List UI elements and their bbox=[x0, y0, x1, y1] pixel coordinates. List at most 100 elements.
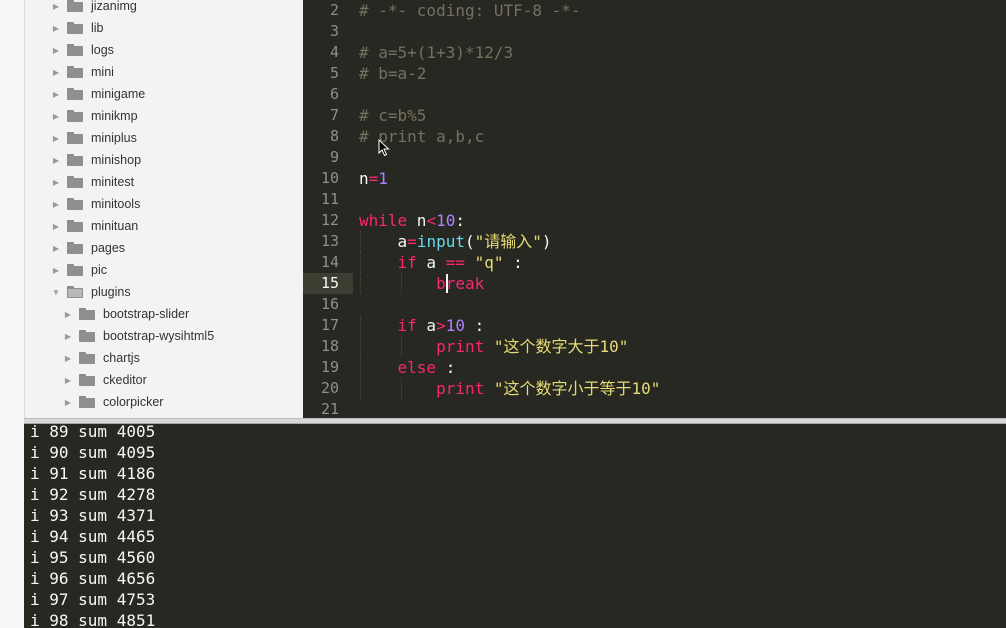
sidebar-item-bootstrap-slider[interactable]: ▶ bootstrap-slider bbox=[63, 303, 189, 325]
sidebar-item-plugins[interactable]: ▼ plugins bbox=[51, 281, 131, 303]
sidebar-item-pic[interactable]: ▶ pic bbox=[51, 259, 107, 281]
sidebar-item-minigame[interactable]: ▶ minigame bbox=[51, 83, 145, 105]
sidebar-item-chartjs[interactable]: ▶ chartjs bbox=[63, 347, 140, 369]
chevron-right-icon[interactable]: ▶ bbox=[51, 68, 61, 77]
indent-guide bbox=[360, 315, 361, 336]
sidebar-item-minishop[interactable]: ▶ minishop bbox=[51, 149, 141, 171]
line-number: 21 bbox=[320, 400, 339, 418]
line-number: 14 bbox=[320, 253, 339, 271]
sidebar-item-jizanimg[interactable]: ▶ jizanimg bbox=[51, 0, 137, 17]
chevron-right-icon[interactable]: ▶ bbox=[51, 24, 61, 33]
sidebar-item-label: minitools bbox=[91, 197, 141, 211]
sidebar-item-minitools[interactable]: ▶ minitools bbox=[51, 193, 140, 215]
sidebar-item-label: pic bbox=[91, 263, 107, 277]
code-line[interactable]: while n<10: bbox=[359, 210, 465, 231]
console-output-line: i 97 sum 4753 bbox=[30, 590, 156, 609]
code-line[interactable]: # -*- coding: UTF-8 -*- bbox=[359, 0, 581, 21]
code-token: : bbox=[503, 253, 523, 272]
line-number: 7 bbox=[329, 106, 339, 124]
code-line[interactable]: # a=5+(1+3)*12/3 bbox=[359, 42, 513, 63]
code-line[interactable]: if a == "q" : bbox=[359, 252, 523, 273]
chevron-right-icon[interactable]: ▶ bbox=[51, 266, 61, 275]
chevron-right-icon[interactable]: ▶ bbox=[51, 200, 61, 209]
sidebar-item-minikmp[interactable]: ▶ minikmp bbox=[51, 105, 138, 127]
sidebar-item-label: jizanimg bbox=[91, 0, 137, 13]
chevron-right-icon[interactable]: ▶ bbox=[51, 244, 61, 253]
chevron-right-icon[interactable]: ▶ bbox=[51, 178, 61, 187]
indent-guide bbox=[400, 336, 402, 357]
code-line[interactable]: a=input("请输入") bbox=[359, 231, 552, 252]
chevron-right-icon[interactable]: ▶ bbox=[51, 2, 61, 11]
folder-icon bbox=[67, 176, 83, 188]
sidebar-item-mini[interactable]: ▶ mini bbox=[51, 61, 114, 83]
console-output-line: i 89 sum 4005 bbox=[30, 424, 156, 441]
line-number: 4 bbox=[329, 43, 339, 61]
indent-guide bbox=[400, 273, 402, 294]
chevron-right-icon[interactable]: ▶ bbox=[63, 332, 73, 341]
chevron-right-icon[interactable]: ▶ bbox=[63, 376, 73, 385]
code-line[interactable]: else : bbox=[359, 357, 456, 378]
sidebar-item-label: minigame bbox=[91, 87, 146, 101]
console-output-line: i 98 sum 4851 bbox=[30, 611, 156, 628]
code-token: : bbox=[455, 211, 465, 230]
code-token: "这个数字小于等于10" bbox=[493, 379, 661, 398]
chevron-right-icon[interactable]: ▶ bbox=[51, 222, 61, 231]
code-line[interactable]: print "这个数字小于等于10" bbox=[359, 378, 660, 399]
sidebar-item-ckeditor[interactable]: ▶ ckeditor bbox=[63, 369, 147, 391]
sidebar-item-pages[interactable]: ▶ pages bbox=[51, 237, 125, 259]
indent-guide bbox=[400, 378, 402, 399]
folder-icon bbox=[67, 132, 83, 144]
line-number: 12 bbox=[320, 211, 339, 229]
background-window-strip: ationngonggifgifl.gifngngng.pngpig.pmid.… bbox=[0, 0, 24, 628]
output-console: i 89 sum 4005 i 90 sum 4095 i 91 sum 4186 i… bbox=[24, 424, 1006, 628]
folder-icon bbox=[79, 396, 95, 408]
chevron-right-icon[interactable]: ▶ bbox=[63, 354, 73, 363]
code-line[interactable]: # b=a-2 bbox=[359, 63, 426, 84]
chevron-right-icon[interactable]: ▶ bbox=[63, 310, 73, 319]
code-token: 1 bbox=[378, 169, 388, 188]
indent-guide bbox=[360, 378, 361, 399]
code-line[interactable]: print "这个数字大于10" bbox=[359, 336, 628, 357]
sidebar-item-label: chartjs bbox=[103, 351, 140, 365]
line-number: 5 bbox=[329, 64, 339, 82]
chevron-right-icon[interactable]: ▶ bbox=[51, 156, 61, 165]
sidebar-item-label: minishop bbox=[91, 153, 142, 167]
chevron-right-icon[interactable]: ▶ bbox=[63, 398, 73, 407]
code-line[interactable]: break bbox=[359, 273, 484, 294]
chevron-right-icon[interactable]: ▶ bbox=[51, 112, 61, 121]
folder-icon bbox=[67, 0, 83, 12]
sidebar-item-label: bootstrap-wysihtml5 bbox=[103, 329, 215, 343]
chevron-down-icon[interactable]: ▼ bbox=[51, 288, 61, 297]
code-line[interactable]: n=1 bbox=[359, 168, 388, 189]
line-number: 19 bbox=[320, 358, 339, 376]
code-line[interactable]: # c=b%5 bbox=[359, 105, 426, 126]
sidebar-item-colorpicker[interactable]: ▶ colorpicker bbox=[63, 391, 164, 413]
indent-guide bbox=[360, 273, 361, 294]
line-number: 9 bbox=[329, 148, 339, 166]
folder-icon bbox=[79, 330, 95, 342]
chevron-right-icon[interactable]: ▶ bbox=[51, 46, 61, 55]
folder-icon bbox=[67, 66, 83, 78]
code-token: ( bbox=[464, 232, 475, 251]
code-token: n bbox=[407, 211, 427, 230]
chevron-right-icon[interactable]: ▶ bbox=[51, 134, 61, 143]
console-output-line: i 95 sum 4560 bbox=[30, 548, 156, 567]
code-line[interactable]: if a>10 : bbox=[359, 315, 485, 336]
code-editor[interactable]: 2 # -*- coding: UTF-8 -*- 3 4 # a=5+(1+3)*12… bbox=[303, 0, 1006, 418]
code-token: a bbox=[416, 253, 446, 272]
sidebar-item-miniplus[interactable]: ▶ miniplus bbox=[51, 127, 137, 149]
sidebar-item-minitest[interactable]: ▶ minitest bbox=[51, 171, 134, 193]
sidebar-item-bootstrap-wysihtml5[interactable]: ▶ bootstrap-wysihtml5 bbox=[63, 325, 214, 347]
folder-icon bbox=[67, 242, 83, 254]
code-token: "q" bbox=[474, 253, 504, 272]
sidebar-item-minituan[interactable]: ▶ minituan bbox=[51, 215, 138, 237]
chevron-right-icon[interactable]: ▶ bbox=[51, 90, 61, 99]
console-output-line: i 96 sum 4656 bbox=[30, 569, 156, 588]
folder-icon bbox=[67, 22, 83, 34]
folder-icon bbox=[67, 44, 83, 56]
sidebar-item-lib[interactable]: ▶ lib bbox=[51, 17, 104, 39]
sidebar-item-logs[interactable]: ▶ logs bbox=[51, 39, 114, 61]
